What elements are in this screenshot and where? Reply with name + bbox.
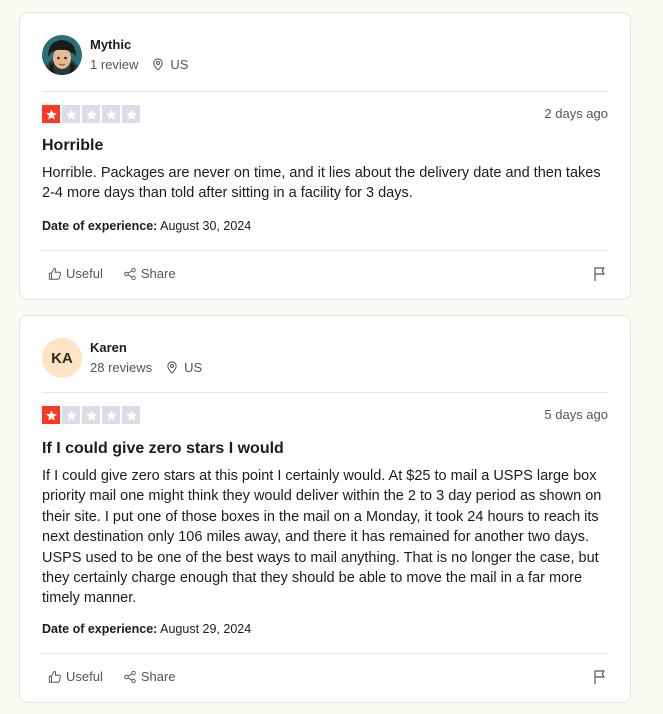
star-icon <box>102 406 120 424</box>
star-icon <box>42 105 60 123</box>
reviewer-review-count: 1 review <box>90 57 139 72</box>
date-of-experience-value: August 29, 2024 <box>160 622 252 636</box>
thumbs-up-icon <box>48 670 61 683</box>
reviewer-meta: 1 review US <box>90 57 188 72</box>
date-of-experience-value: August 30, 2024 <box>160 219 252 233</box>
review-actions: Useful Share <box>48 266 176 281</box>
reviewer-review-count: 28 reviews <box>90 360 153 375</box>
review-title[interactable]: If I could give zero stars I would <box>42 440 284 458</box>
star-icon <box>82 105 100 123</box>
share-button[interactable]: Share <box>123 266 176 281</box>
useful-label: Useful <box>66 669 103 684</box>
flag-icon[interactable] <box>592 669 608 685</box>
reviewer-name[interactable]: Mythic <box>90 37 131 52</box>
useful-label: Useful <box>66 266 103 281</box>
review-text: Horrible. Packages are never on time, an… <box>42 165 601 202</box>
star-icon <box>42 406 60 424</box>
star-rating <box>42 105 140 123</box>
review-date: 2 days ago <box>544 106 608 121</box>
review-title[interactable]: Horrible <box>42 137 103 155</box>
reviewer-avatar[interactable] <box>42 35 82 75</box>
divider <box>42 392 608 393</box>
location-pin-icon <box>166 361 178 374</box>
reviewer-meta: 28 reviews US <box>90 360 202 375</box>
share-label: Share <box>140 669 176 684</box>
share-label: Share <box>140 266 176 281</box>
date-of-experience: Date of experience: August 29, 2024 <box>42 622 251 636</box>
useful-button[interactable]: Useful <box>48 266 103 281</box>
reviewer-country: US <box>170 57 189 72</box>
reviewer-name[interactable]: Karen <box>90 340 127 355</box>
useful-button[interactable]: Useful <box>48 669 103 684</box>
star-icon <box>122 105 140 123</box>
review-card: KA Karen 28 reviews US 5 days ago If I c… <box>19 315 631 703</box>
date-of-experience: Date of experience: August 30, 2024 <box>42 219 251 233</box>
review-date: 5 days ago <box>544 407 608 422</box>
location-pin-icon <box>152 58 164 71</box>
star-icon <box>82 406 100 424</box>
divider <box>42 91 608 92</box>
divider <box>42 250 608 251</box>
star-icon <box>122 406 140 424</box>
star-icon <box>102 105 120 123</box>
star-rating <box>42 406 140 424</box>
share-icon <box>124 267 136 280</box>
reviewer-country: US <box>184 360 203 375</box>
review-text: If I could give zero stars at this point… <box>42 468 602 607</box>
date-of-experience-label: Date of experience: <box>42 622 158 636</box>
date-of-experience-label: Date of experience: <box>42 219 158 233</box>
divider <box>42 653 608 654</box>
star-icon <box>62 406 80 424</box>
star-icon <box>62 105 80 123</box>
share-button[interactable]: Share <box>123 669 176 684</box>
share-icon <box>124 670 136 683</box>
review-actions: Useful Share <box>48 669 176 684</box>
flag-icon[interactable] <box>592 266 608 282</box>
review-card: Mythic 1 review US 2 days ago Horrible H… <box>19 12 631 300</box>
reviewer-avatar[interactable]: KA <box>42 338 82 378</box>
thumbs-up-icon <box>48 267 61 280</box>
